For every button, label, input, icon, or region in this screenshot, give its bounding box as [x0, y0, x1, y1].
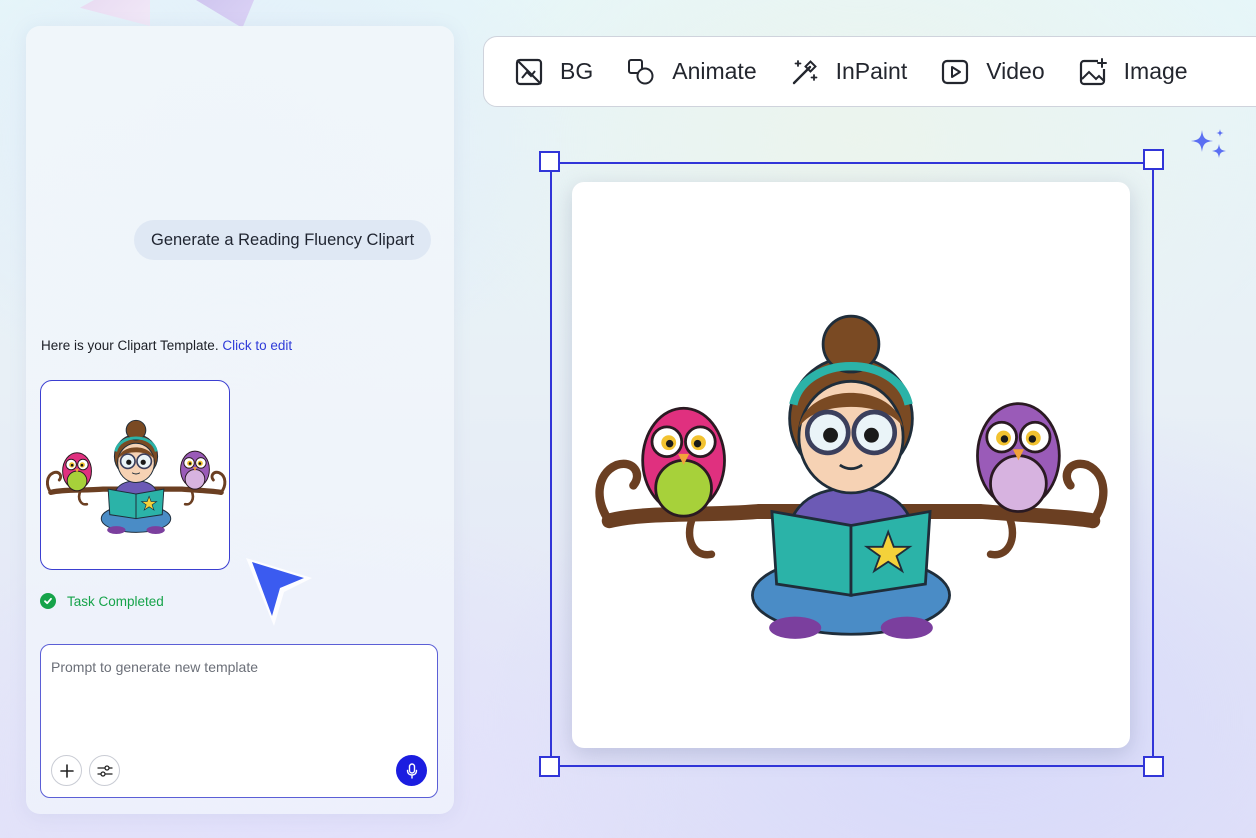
bg-tool-button[interactable]: BG [514, 57, 593, 87]
selection-frame[interactable] [550, 162, 1154, 767]
prompt-input[interactable] [51, 659, 426, 739]
task-status-text: Task Completed [67, 593, 164, 609]
prompt-composer [40, 644, 438, 798]
sliders-icon [96, 764, 113, 777]
image-add-icon [1079, 57, 1107, 85]
editor-toolbar: BG Animate InPaint Video Image [483, 36, 1256, 107]
pointer-cursor-icon [246, 558, 312, 626]
decorative-shape [196, 0, 254, 28]
resize-handle-bottom-right[interactable] [1143, 756, 1164, 777]
bot-message-text: Here is your Clipart Template. [41, 338, 219, 353]
resize-handle-bottom-left[interactable] [539, 756, 560, 777]
check-circle-icon [40, 593, 56, 609]
click-to-edit-link[interactable]: Click to edit [222, 338, 292, 353]
plus-icon [59, 763, 74, 778]
animate-tool-button[interactable]: Animate [626, 57, 757, 87]
animate-tool-label: Animate [672, 58, 757, 84]
resize-handle-top-right[interactable] [1143, 149, 1164, 170]
video-tool-label: Video [986, 58, 1045, 84]
voice-input-button[interactable] [396, 755, 427, 786]
ai-sparkle-icon [1191, 129, 1226, 158]
bot-message: Here is your Clipart Template. Click to … [41, 338, 292, 353]
remove-background-icon [515, 58, 543, 85]
task-status: Task Completed [40, 593, 164, 609]
video-play-icon [942, 59, 969, 84]
bg-tool-label: BG [560, 58, 594, 84]
settings-button[interactable] [89, 755, 120, 786]
image-tool-label: Image [1123, 58, 1188, 84]
image-tool-button[interactable]: Image [1078, 57, 1188, 87]
resize-handle-top-left[interactable] [539, 151, 560, 172]
inpaint-tool-label: InPaint [835, 58, 908, 84]
video-tool-button[interactable]: Video [940, 57, 1045, 87]
user-message-bubble: Generate a Reading Fluency Clipart [134, 220, 432, 260]
animate-shapes-icon [628, 58, 654, 84]
microphone-icon [406, 762, 417, 779]
add-attachment-button[interactable] [51, 755, 82, 786]
clipart-thumbnail[interactable] [40, 380, 230, 570]
inpaint-tool-button[interactable]: InPaint [790, 57, 908, 87]
chat-panel: Generate a Reading Fluency Clipart Here … [26, 26, 454, 814]
magic-wand-icon [792, 59, 818, 84]
decorative-shape [80, 0, 150, 26]
clipart-thumbnail-image [41, 381, 230, 570]
